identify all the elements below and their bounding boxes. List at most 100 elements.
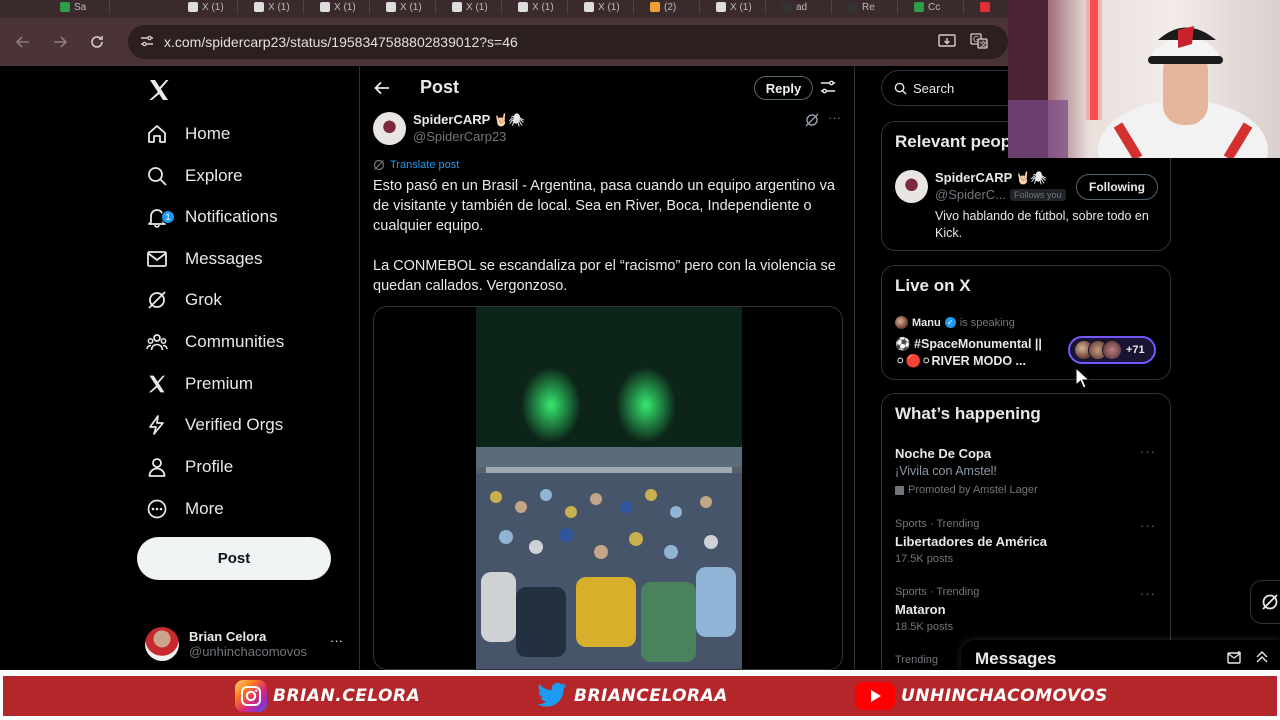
nav-home[interactable]: Home [145, 114, 230, 154]
author-avatar[interactable] [373, 112, 406, 145]
nav-communities[interactable]: Communities [145, 322, 284, 362]
grok-floating-button[interactable] [1250, 580, 1280, 624]
banner-strip: BRIAN.CELORA BRIANCELORAA UNHINCHACOMOVO… [3, 676, 1277, 716]
video-thumbnail[interactable] [476, 307, 742, 669]
instagram-handle: BRIAN.CELORA [235, 676, 420, 716]
browser-tab[interactable]: X (1) [246, 0, 304, 14]
messages-drawer[interactable]: Messages [961, 640, 1280, 674]
more-options-icon[interactable]: ··· [1140, 444, 1156, 459]
author-emoji: 🤘🏻🕷 [493, 113, 524, 127]
mouse-cursor-icon [1075, 367, 1089, 389]
nav-more-label: More [185, 499, 224, 518]
trend-name: Mataron [895, 602, 946, 617]
listener-count: +71 [1126, 344, 1145, 356]
browser-tab[interactable]: ad [774, 0, 832, 14]
instagram-text: BRIAN.CELORA [273, 686, 421, 706]
tab-title: X (1) [334, 1, 356, 13]
relevant-person-avatar[interactable] [895, 170, 928, 203]
tab-title: X (1) [466, 1, 488, 13]
author-handle[interactable]: @SpiderCarp23 [413, 129, 506, 144]
author-name-row[interactable]: SpiderCARP 🤘🏻🕷 [413, 112, 524, 127]
nav-grok-label: Grok [185, 290, 222, 309]
x-logo-icon[interactable] [147, 78, 175, 106]
search-icon [894, 82, 907, 95]
trend-posts: 18.5K posts [895, 621, 954, 633]
nav-profile[interactable]: Profile [145, 447, 233, 487]
translate-post-link[interactable]: Translate post [373, 159, 459, 171]
translate-icon[interactable]: G文 [968, 30, 990, 52]
reply-button[interactable]: Reply [754, 76, 813, 100]
whats-happening-title: What’s happening [895, 404, 1041, 423]
install-app-icon[interactable] [936, 30, 958, 52]
trend-posts: 17.5K posts [895, 553, 954, 565]
tweet-media[interactable] [373, 306, 843, 670]
new-message-icon[interactable] [1227, 650, 1243, 671]
more-options-icon[interactable]: ··· [1140, 586, 1156, 601]
live-host-row[interactable]: Manu ✓ is speaking [895, 316, 1015, 329]
following-button[interactable]: Following [1076, 174, 1158, 200]
nav-verified-orgs-label: Verified Orgs [185, 415, 284, 434]
trend-category: Sports · Trending [895, 518, 980, 530]
tab-favicon [782, 2, 792, 12]
space-title[interactable]: ⚽ #SpaceMonumental || ⚪🔴⚪RIVER MODO ... [895, 336, 1055, 370]
forward-arrow-icon[interactable] [42, 24, 78, 60]
promo-name: Noche De Copa [895, 446, 992, 461]
avatar [145, 626, 179, 661]
relevant-person-handle-row: @SpiderC... Follows you [935, 187, 1066, 202]
site-settings-icon[interactable] [140, 34, 154, 48]
browser-tab[interactable]: X (1) [312, 0, 370, 14]
relevant-person-name: SpiderCARP [935, 170, 1013, 185]
page-title: Post [420, 77, 460, 97]
nav-notifications[interactable]: 1 Notifications [145, 197, 278, 237]
nav-more[interactable]: More [145, 489, 224, 529]
trend-name: Libertadores de América [895, 534, 1047, 549]
search-icon [145, 164, 169, 188]
relevant-person-name-row[interactable]: SpiderCARP 🤘🏻🕷 [935, 170, 1046, 185]
nav-explore[interactable]: Explore [145, 156, 243, 196]
browser-tab[interactable]: Sa [52, 0, 110, 14]
host-avatar [895, 316, 908, 329]
trend-category: Sports · Trending [895, 586, 980, 598]
nav-premium[interactable]: Premium [145, 364, 253, 404]
space-listeners-pill[interactable]: +71 [1068, 336, 1156, 364]
nav-messages[interactable]: Messages [145, 239, 262, 279]
expand-chevron-icon[interactable] [1255, 650, 1269, 669]
more-options-icon[interactable]: ··· [828, 110, 841, 125]
x-tab-favicon [452, 2, 462, 12]
browser-tab[interactable]: X (1) [708, 0, 766, 14]
x-icon [145, 372, 169, 396]
browser-tab[interactable]: X (1) [510, 0, 568, 14]
relevant-person-bio: Vivo hablando de fútbol, sobre todo en K… [935, 209, 1149, 240]
account-switcher[interactable]: Brian Celora @unhinchacomovos ··· [145, 621, 355, 666]
browser-tab[interactable]: X (1) [444, 0, 502, 14]
browser-tab[interactable]: Re [840, 0, 898, 14]
browser-tab[interactable]: X (1) [576, 0, 634, 14]
back-arrow-icon[interactable] [5, 24, 41, 60]
tab-favicon [980, 2, 990, 12]
post-button[interactable]: Post [137, 537, 331, 580]
sliders-icon[interactable] [820, 79, 836, 100]
home-icon [145, 122, 169, 146]
browser-tab[interactable]: (2) [642, 0, 700, 14]
browser-tab[interactable]: Cc [906, 0, 964, 14]
grok-icon [145, 288, 169, 312]
back-arrow-icon[interactable] [372, 78, 392, 103]
reload-icon[interactable] [79, 24, 115, 60]
x-tab-favicon [254, 2, 264, 12]
nav-verified-orgs[interactable]: Verified Orgs [145, 405, 283, 445]
browser-tab[interactable]: X (1) [180, 0, 238, 14]
messages-drawer-title: Messages [975, 649, 1057, 668]
social-banner: BRIAN.CELORA BRIANCELORAA UNHINCHACOMOVO… [0, 670, 1280, 720]
more-options-icon[interactable]: ··· [1140, 518, 1156, 533]
nav-messages-label: Messages [185, 249, 263, 268]
x-tab-favicon [518, 2, 528, 12]
browser-tab[interactable]: X (1) [378, 0, 436, 14]
promoted-label: Promoted by Amstel Lager [908, 484, 1038, 496]
tab-title: Re [862, 1, 875, 13]
nav-home-label: Home [185, 124, 231, 143]
tab-title: X (1) [202, 1, 224, 13]
address-bar[interactable]: x.com/spidercarp23/status/19583475888028… [128, 25, 1008, 59]
account-more-icon[interactable]: ··· [330, 633, 343, 648]
grok-icon[interactable] [804, 112, 820, 133]
nav-grok[interactable]: Grok [145, 280, 222, 320]
